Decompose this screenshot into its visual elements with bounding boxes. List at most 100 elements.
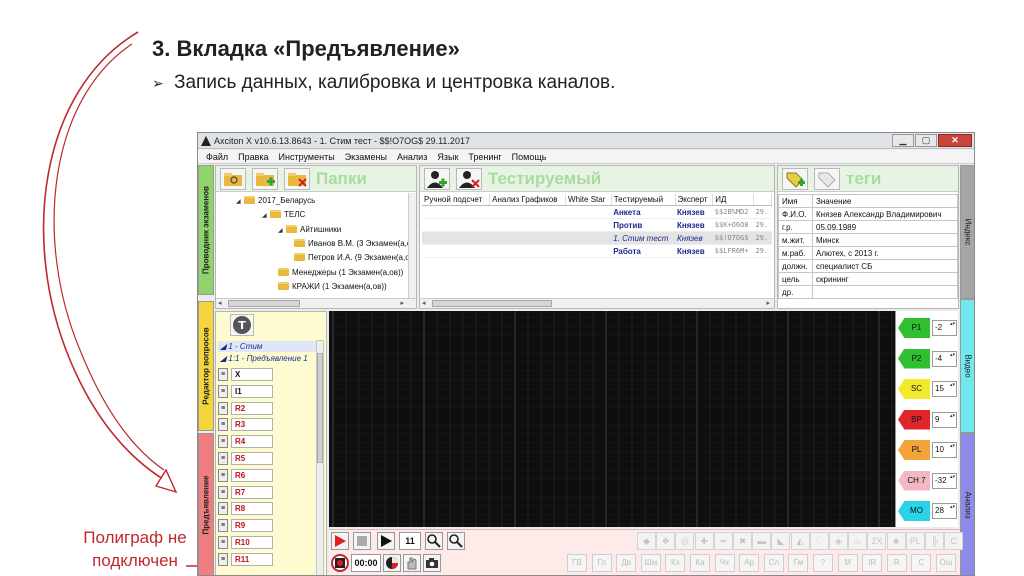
channel-value-spinner[interactable]: 10 bbox=[932, 442, 957, 458]
tag-value[interactable]: Алютех, с 2013 г. bbox=[812, 246, 958, 260]
table-row[interactable]: Анкета Князев $$2B%MD2 29. bbox=[422, 205, 772, 219]
tag-row[interactable]: г.р. 05.09.1989 bbox=[778, 220, 958, 234]
menu-item[interactable]: Тренинг bbox=[463, 150, 506, 163]
tag-row[interactable]: цель скрининг bbox=[778, 272, 958, 286]
tab-video[interactable]: Видео bbox=[960, 299, 974, 433]
drag-handle-icon[interactable]: ≡ bbox=[218, 502, 228, 516]
marker-tool-icon[interactable]: 2X bbox=[867, 532, 887, 550]
marker-tool-icon[interactable]: ♡ bbox=[809, 532, 829, 550]
table-row[interactable]: 1. Стим тест Князев $$!O7OG$ 29. bbox=[422, 231, 772, 245]
table-row[interactable]: Против Князев $$K+O6O8 29. bbox=[422, 218, 772, 232]
menu-item[interactable]: Инструменты bbox=[274, 150, 340, 163]
tag-value[interactable]: Минск bbox=[812, 233, 958, 247]
scroll-thumb[interactable] bbox=[228, 300, 300, 307]
expand-icon[interactable]: ◢ bbox=[262, 212, 270, 219]
tested-hscroll[interactable]: ◂ ▸ bbox=[420, 298, 774, 308]
stop-button[interactable] bbox=[353, 532, 371, 550]
reaction-button[interactable]: ? bbox=[813, 554, 833, 572]
tag-value[interactable]: специалист СБ bbox=[812, 259, 958, 273]
channel-value-spinner[interactable]: -4 bbox=[932, 350, 957, 367]
reaction-button[interactable]: Ош bbox=[936, 554, 956, 572]
question-subgroup-header[interactable]: ◢ 1:1 - Предъявление 1 bbox=[218, 353, 322, 364]
marker-tool-icon[interactable]: ❖ bbox=[656, 532, 676, 550]
reaction-button[interactable]: Ар bbox=[739, 554, 760, 572]
hand-tool-button[interactable] bbox=[403, 554, 421, 572]
reaction-button[interactable]: М bbox=[837, 554, 858, 572]
tree-item[interactable]: ◢ ТЕЛС bbox=[262, 210, 305, 219]
record-button[interactable] bbox=[331, 532, 349, 550]
menu-item[interactable]: Анализ bbox=[392, 150, 432, 163]
column-header[interactable]: Тестируемый bbox=[611, 194, 676, 206]
reaction-button[interactable]: Чх bbox=[714, 554, 735, 572]
tag-row[interactable]: м.жит. Минск bbox=[778, 233, 958, 247]
marker-tool-icon[interactable]: ◭ bbox=[790, 532, 810, 550]
drag-handle-icon[interactable]: ≡ bbox=[218, 468, 228, 482]
tree-item[interactable]: Петров И.А. (9 Экзамен(а,о bbox=[294, 253, 410, 262]
marker-tool-icon[interactable]: ▬ bbox=[752, 532, 772, 550]
remove-tag-button[interactable] bbox=[814, 168, 840, 190]
tab-question-editor[interactable]: Редактор вопросов bbox=[198, 301, 214, 431]
add-folder-button[interactable] bbox=[252, 168, 278, 190]
reaction-button[interactable]: Кх bbox=[665, 554, 686, 572]
reaction-button[interactable]: Дв bbox=[616, 554, 637, 572]
drag-handle-icon[interactable]: ≡ bbox=[218, 452, 228, 465]
column-header[interactable]: Эксперт bbox=[675, 194, 714, 206]
question-tool-button[interactable]: T bbox=[230, 314, 254, 336]
expand-icon[interactable]: ◢ bbox=[236, 198, 244, 205]
tree-item[interactable]: ◢ 2017_Беларусь bbox=[236, 196, 315, 205]
scroll-thumb[interactable] bbox=[317, 353, 323, 463]
reaction-button[interactable]: ГВ bbox=[567, 554, 587, 572]
channel-value-spinner[interactable]: -2 bbox=[932, 320, 957, 336]
scroll-thumb[interactable] bbox=[432, 300, 552, 307]
channel-label[interactable]: PL bbox=[898, 440, 930, 460]
tag-row[interactable]: др. bbox=[778, 285, 958, 299]
marker-tool-icon[interactable]: ◈ bbox=[829, 532, 848, 550]
tab-presentation[interactable]: Предъявление bbox=[198, 433, 214, 575]
folder-hscroll[interactable]: ◂ ▸ bbox=[216, 298, 416, 308]
channel-value-spinner[interactable]: 28 bbox=[932, 503, 957, 519]
maximize-button[interactable]: ▢ bbox=[915, 134, 937, 147]
reaction-button[interactable]: R bbox=[886, 554, 907, 572]
camera-button[interactable] bbox=[423, 554, 441, 572]
menu-item[interactable]: Файл bbox=[201, 150, 233, 163]
column-header[interactable]: Значение bbox=[812, 194, 958, 208]
tag-value[interactable]: Князев Александр Владимирович bbox=[812, 207, 958, 221]
marker-tool-icon[interactable]: C bbox=[944, 532, 964, 550]
menu-item[interactable]: Помощь bbox=[507, 150, 552, 163]
tree-item[interactable]: Иванов В.М. (3 Экзамен(а,о bbox=[294, 238, 411, 248]
expand-icon[interactable]: ◢ bbox=[278, 227, 286, 234]
tree-item[interactable]: КРАЖИ (1 Экзамен(а,ов)) bbox=[278, 281, 387, 291]
column-header[interactable]: ИД bbox=[712, 194, 754, 206]
marker-tool-icon[interactable]: ╠ bbox=[925, 532, 944, 550]
zoom-in-button[interactable] bbox=[425, 532, 443, 550]
minimize-button[interactable]: ▁ bbox=[892, 134, 914, 147]
add-person-button[interactable] bbox=[424, 168, 450, 190]
channel-value-spinner[interactable]: 15 bbox=[932, 381, 957, 397]
reaction-button[interactable]: С bbox=[911, 554, 932, 572]
open-folder-button[interactable] bbox=[220, 168, 246, 190]
tag-row[interactable]: должн. специалист СБ bbox=[778, 259, 958, 273]
drag-handle-icon[interactable]: ≡ bbox=[218, 418, 228, 432]
drag-handle-icon[interactable]: ≡ bbox=[218, 485, 228, 499]
channel-label[interactable]: CH 7 bbox=[898, 470, 930, 491]
drag-handle-icon[interactable]: ≡ bbox=[218, 519, 228, 533]
reaction-button[interactable]: Гм bbox=[788, 554, 809, 572]
marker-tool-icon[interactable]: ♣ bbox=[886, 532, 906, 550]
tab-analysis[interactable]: Анализ bbox=[960, 433, 974, 575]
tag-value[interactable] bbox=[812, 285, 958, 299]
channel-label[interactable]: SC bbox=[898, 379, 930, 399]
reaction-button[interactable]: Сл bbox=[763, 554, 784, 572]
menu-item[interactable]: Правка bbox=[233, 150, 273, 163]
drag-handle-icon[interactable]: ≡ bbox=[218, 401, 228, 415]
channel-label[interactable]: P2 bbox=[898, 348, 930, 369]
question-group-header[interactable]: ◢ 1 - Стим bbox=[218, 341, 322, 352]
delete-folder-button[interactable] bbox=[284, 168, 310, 190]
channel-label[interactable]: MO bbox=[898, 501, 930, 521]
device-status-button[interactable] bbox=[331, 554, 349, 572]
tag-value[interactable]: скрининг bbox=[812, 272, 958, 286]
question-vscroll[interactable] bbox=[316, 340, 324, 575]
channel-value-spinner[interactable]: 9 bbox=[932, 411, 957, 428]
tag-row[interactable]: м.раб. Алютех, с 2013 г. bbox=[778, 246, 958, 260]
drag-handle-icon[interactable]: ≡ bbox=[218, 384, 228, 398]
marker-tool-icon[interactable]: ◎ bbox=[675, 532, 695, 550]
